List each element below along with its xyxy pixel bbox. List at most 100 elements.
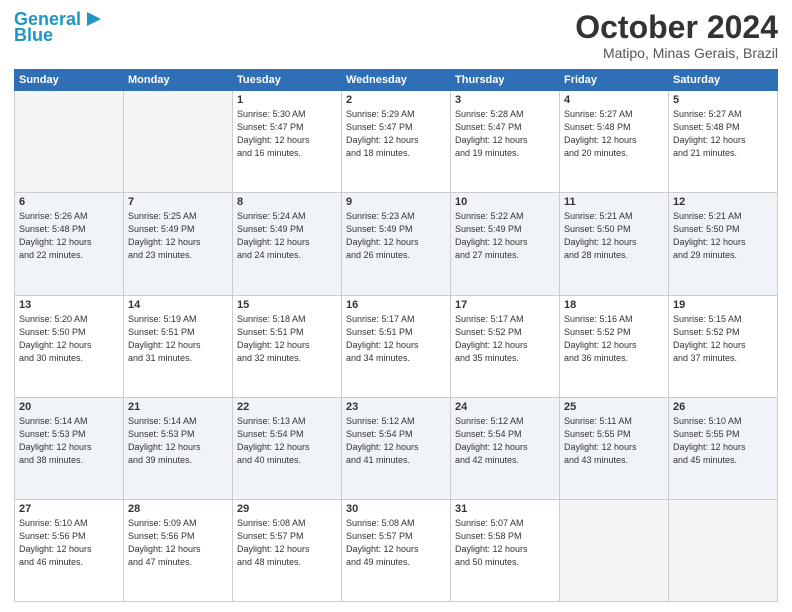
day-info: Sunrise: 5:11 AM Sunset: 5:55 PM Dayligh… xyxy=(564,415,664,467)
day-number: 22 xyxy=(237,401,337,413)
day-number: 21 xyxy=(128,401,228,413)
table-row: 6 Sunrise: 5:26 AM Sunset: 5:48 PM Daylig… xyxy=(15,193,124,295)
day-number: 12 xyxy=(673,196,773,208)
day-info: Sunrise: 5:21 AM Sunset: 5:50 PM Dayligh… xyxy=(673,210,773,262)
day-info: Sunrise: 5:16 AM Sunset: 5:52 PM Dayligh… xyxy=(564,313,664,365)
logo-blue: Blue xyxy=(14,26,53,46)
day-info: Sunrise: 5:26 AM Sunset: 5:48 PM Dayligh… xyxy=(19,210,119,262)
day-info: Sunrise: 5:10 AM Sunset: 5:55 PM Dayligh… xyxy=(673,415,773,467)
day-number: 7 xyxy=(128,196,228,208)
day-number: 24 xyxy=(455,401,555,413)
day-info: Sunrise: 5:12 AM Sunset: 5:54 PM Dayligh… xyxy=(346,415,446,467)
day-number: 26 xyxy=(673,401,773,413)
day-number: 31 xyxy=(455,503,555,515)
day-info: Sunrise: 5:27 AM Sunset: 5:48 PM Dayligh… xyxy=(564,108,664,160)
calendar-week-row: 6 Sunrise: 5:26 AM Sunset: 5:48 PM Daylig… xyxy=(15,193,778,295)
day-number: 29 xyxy=(237,503,337,515)
day-number: 15 xyxy=(237,299,337,311)
table-row xyxy=(669,499,778,601)
logo: General Blue xyxy=(14,10,105,46)
day-info: Sunrise: 5:19 AM Sunset: 5:51 PM Dayligh… xyxy=(128,313,228,365)
col-thursday: Thursday xyxy=(451,70,560,91)
calendar-week-row: 27 Sunrise: 5:10 AM Sunset: 5:56 PM Dayli… xyxy=(15,499,778,601)
day-number: 4 xyxy=(564,94,664,106)
table-row: 14Sunrise: 5:19 AM Sunset: 5:51 PM Dayli… xyxy=(124,295,233,397)
table-row: 5Sunrise: 5:27 AM Sunset: 5:48 PM Daylig… xyxy=(669,91,778,193)
table-row: 30Sunrise: 5:08 AM Sunset: 5:57 PM Dayli… xyxy=(342,499,451,601)
day-number: 27 xyxy=(19,503,119,515)
day-number: 8 xyxy=(237,196,337,208)
day-info: Sunrise: 5:14 AM Sunset: 5:53 PM Dayligh… xyxy=(128,415,228,467)
day-number: 1 xyxy=(237,94,337,106)
table-row: 16 Sunrise: 5:17 AM Sunset: 5:51 PM Dayli… xyxy=(342,295,451,397)
table-row: 19Sunrise: 5:15 AM Sunset: 5:52 PM Dayli… xyxy=(669,295,778,397)
table-row: 9Sunrise: 5:23 AM Sunset: 5:49 PM Daylig… xyxy=(342,193,451,295)
day-number: 13 xyxy=(19,299,119,311)
table-row xyxy=(560,499,669,601)
col-wednesday: Wednesday xyxy=(342,70,451,91)
day-number: 23 xyxy=(346,401,446,413)
table-row: 7 Sunrise: 5:25 AM Sunset: 5:49 PM Daylig… xyxy=(124,193,233,295)
day-info: Sunrise: 5:07 AM Sunset: 5:58 PM Dayligh… xyxy=(455,517,555,569)
table-row: 28 Sunrise: 5:09 AM Sunset: 5:56 PM Dayli… xyxy=(124,499,233,601)
calendar: Sunday Monday Tuesday Wednesday Thursday… xyxy=(14,69,778,602)
title-block: October 2024 Matipo, Minas Gerais, Brazi… xyxy=(575,10,778,61)
day-info: Sunrise: 5:17 AM Sunset: 5:52 PM Dayligh… xyxy=(455,313,555,365)
day-info: Sunrise: 5:28 AM Sunset: 5:47 PM Dayligh… xyxy=(455,108,555,160)
table-row xyxy=(124,91,233,193)
table-row: 8 Sunrise: 5:24 AM Sunset: 5:49 PM Daylig… xyxy=(233,193,342,295)
table-row: 21 Sunrise: 5:14 AM Sunset: 5:53 PM Dayli… xyxy=(124,397,233,499)
table-row: 17 Sunrise: 5:17 AM Sunset: 5:52 PM Dayli… xyxy=(451,295,560,397)
day-info: Sunrise: 5:18 AM Sunset: 5:51 PM Dayligh… xyxy=(237,313,337,365)
day-info: Sunrise: 5:12 AM Sunset: 5:54 PM Dayligh… xyxy=(455,415,555,467)
col-saturday: Saturday xyxy=(669,70,778,91)
page: General Blue October 2024 Matipo, Minas … xyxy=(0,0,792,612)
day-number: 6 xyxy=(19,196,119,208)
day-info: Sunrise: 5:08 AM Sunset: 5:57 PM Dayligh… xyxy=(346,517,446,569)
table-row: 11 Sunrise: 5:21 AM Sunset: 5:50 PM Dayli… xyxy=(560,193,669,295)
day-info: Sunrise: 5:30 AM Sunset: 5:47 PM Dayligh… xyxy=(237,108,337,160)
table-row: 26 Sunrise: 5:10 AM Sunset: 5:55 PM Dayli… xyxy=(669,397,778,499)
day-info: Sunrise: 5:25 AM Sunset: 5:49 PM Dayligh… xyxy=(128,210,228,262)
day-info: Sunrise: 5:09 AM Sunset: 5:56 PM Dayligh… xyxy=(128,517,228,569)
day-number: 9 xyxy=(346,196,446,208)
table-row: 24 Sunrise: 5:12 AM Sunset: 5:54 PM Dayli… xyxy=(451,397,560,499)
day-number: 11 xyxy=(564,196,664,208)
col-sunday: Sunday xyxy=(15,70,124,91)
day-number: 25 xyxy=(564,401,664,413)
table-row: 3 Sunrise: 5:28 AM Sunset: 5:47 PM Daylig… xyxy=(451,91,560,193)
table-row: 25 Sunrise: 5:11 AM Sunset: 5:55 PM Dayli… xyxy=(560,397,669,499)
day-number: 3 xyxy=(455,94,555,106)
day-number: 5 xyxy=(673,94,773,106)
table-row: 22 Sunrise: 5:13 AM Sunset: 5:54 PM Dayli… xyxy=(233,397,342,499)
day-number: 10 xyxy=(455,196,555,208)
day-info: Sunrise: 5:24 AM Sunset: 5:49 PM Dayligh… xyxy=(237,210,337,262)
table-row xyxy=(15,91,124,193)
col-tuesday: Tuesday xyxy=(233,70,342,91)
table-row: 31 Sunrise: 5:07 AM Sunset: 5:58 PM Dayli… xyxy=(451,499,560,601)
table-row: 10Sunrise: 5:22 AM Sunset: 5:49 PM Dayli… xyxy=(451,193,560,295)
day-number: 18 xyxy=(564,299,664,311)
day-info: Sunrise: 5:17 AM Sunset: 5:51 PM Dayligh… xyxy=(346,313,446,365)
table-row: 12 Sunrise: 5:21 AM Sunset: 5:50 PM Dayli… xyxy=(669,193,778,295)
month-title: October 2024 xyxy=(575,10,778,45)
day-number: 16 xyxy=(346,299,446,311)
table-row: 1 Sunrise: 5:30 AM Sunset: 5:47 PM Daylig… xyxy=(233,91,342,193)
day-info: Sunrise: 5:14 AM Sunset: 5:53 PM Dayligh… xyxy=(19,415,119,467)
header: General Blue October 2024 Matipo, Minas … xyxy=(14,10,778,61)
day-info: Sunrise: 5:10 AM Sunset: 5:56 PM Dayligh… xyxy=(19,517,119,569)
logo-arrow-icon xyxy=(83,8,105,30)
calendar-week-row: 13Sunrise: 5:20 AM Sunset: 5:50 PM Dayli… xyxy=(15,295,778,397)
day-number: 28 xyxy=(128,503,228,515)
location-title: Matipo, Minas Gerais, Brazil xyxy=(575,45,778,61)
day-info: Sunrise: 5:15 AM Sunset: 5:52 PM Dayligh… xyxy=(673,313,773,365)
calendar-week-row: 20 Sunrise: 5:14 AM Sunset: 5:53 PM Dayli… xyxy=(15,397,778,499)
table-row: 4 Sunrise: 5:27 AM Sunset: 5:48 PM Daylig… xyxy=(560,91,669,193)
table-row: 13Sunrise: 5:20 AM Sunset: 5:50 PM Dayli… xyxy=(15,295,124,397)
table-row: 29Sunrise: 5:08 AM Sunset: 5:57 PM Dayli… xyxy=(233,499,342,601)
col-friday: Friday xyxy=(560,70,669,91)
day-info: Sunrise: 5:13 AM Sunset: 5:54 PM Dayligh… xyxy=(237,415,337,467)
day-number: 17 xyxy=(455,299,555,311)
day-info: Sunrise: 5:21 AM Sunset: 5:50 PM Dayligh… xyxy=(564,210,664,262)
day-number: 20 xyxy=(19,401,119,413)
